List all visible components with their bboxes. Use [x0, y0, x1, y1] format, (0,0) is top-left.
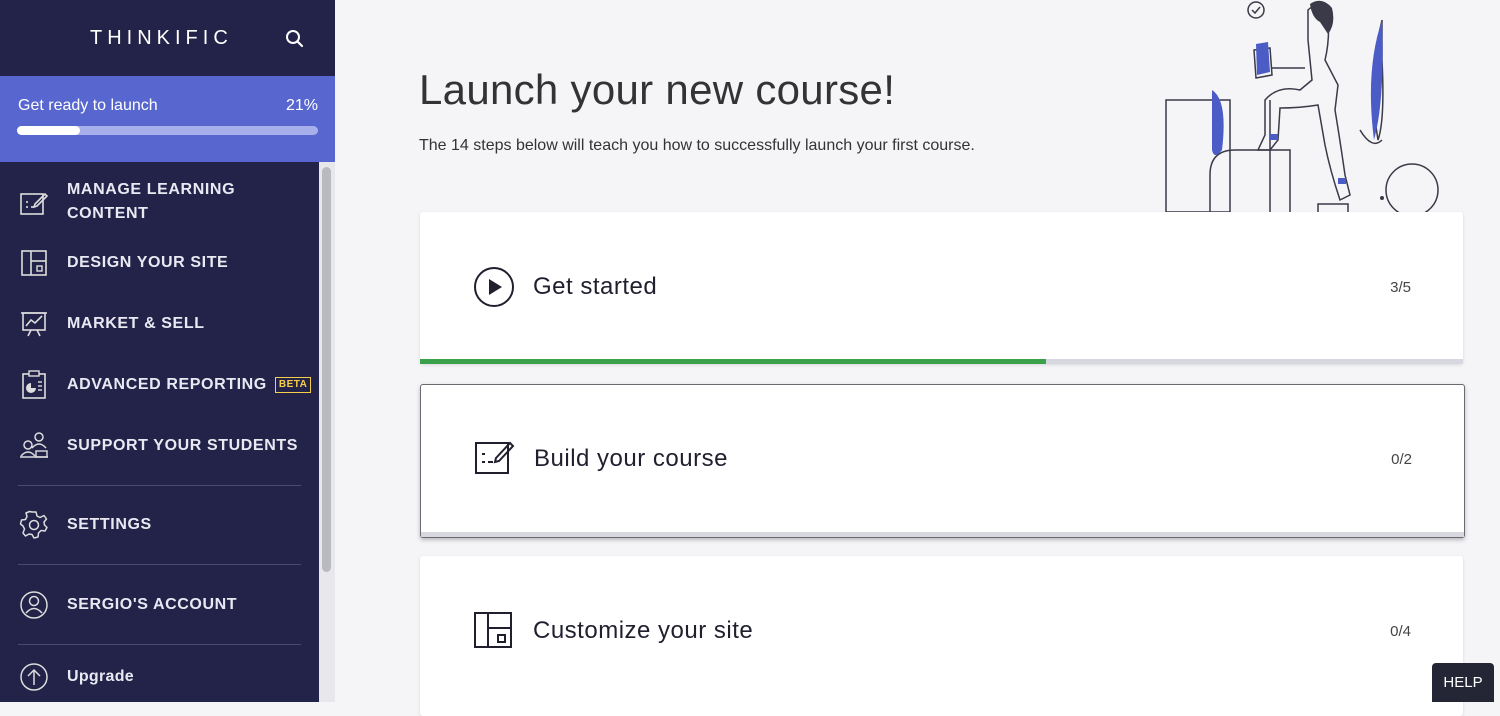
- sidebar-item-settings[interactable]: SETTINGS: [0, 510, 319, 540]
- beta-badge: BETA: [274, 377, 312, 393]
- launch-label: Get ready to launch: [18, 97, 158, 114]
- page-subtitle: The 14 steps below will teach you how to…: [419, 137, 975, 154]
- sidebar-item-label: Upgrade: [67, 668, 134, 685]
- sidebar-item-label: SETTINGS: [67, 516, 152, 533]
- step-count: 0/4: [1390, 623, 1411, 640]
- sidebar-item-advanced-reporting[interactable]: ADVANCED REPORTING BETA: [0, 370, 319, 400]
- step-count: 3/5: [1390, 279, 1411, 296]
- step-progress-bar: [421, 532, 1464, 537]
- sidebar-header: THINKIFIC: [0, 0, 335, 76]
- scrollbar-thumb[interactable]: [322, 167, 331, 572]
- step-title: Customize your site: [533, 617, 754, 644]
- sidebar-scrollbar[interactable]: [319, 162, 335, 702]
- step-card-get-started[interactable]: Get started 3/5: [420, 212, 1463, 364]
- sidebar-nav: MANAGE LEARNING CONTENT DESIGN YOUR SITE…: [0, 162, 319, 702]
- sidebar-item-label: MANAGE LEARNING CONTENT: [67, 181, 236, 222]
- nav-divider: [18, 485, 301, 486]
- launch-progress-bar: [17, 126, 318, 135]
- page-title: Launch your new course!: [419, 66, 896, 113]
- sidebar-item-label: SUPPORT YOUR STUDENTS: [67, 437, 298, 454]
- edit-board-icon: [474, 438, 516, 480]
- launch-progress-panel[interactable]: Get ready to launch 21%: [0, 76, 335, 162]
- step-title: Get started: [533, 273, 658, 300]
- step-count: 0/2: [1391, 451, 1412, 468]
- sidebar-item-label: DESIGN YOUR SITE: [67, 254, 229, 271]
- edit-board-icon: [18, 188, 50, 220]
- upgrade-arrow-icon: [18, 661, 50, 693]
- sidebar-item-label: MARKET & SELL: [67, 315, 205, 332]
- help-button[interactable]: HELP: [1432, 663, 1494, 702]
- search-icon[interactable]: [284, 28, 306, 50]
- step-title: Build your course: [534, 445, 728, 472]
- sidebar-item-manage-learning-content[interactable]: MANAGE LEARNING CONTENT: [0, 176, 319, 232]
- account-icon: [18, 589, 50, 621]
- sidebar: THINKIFIC Get ready to launch 21% MANAGE…: [0, 0, 335, 702]
- launch-percent: 21%: [285, 97, 318, 114]
- hero-illustration: [1160, 0, 1450, 217]
- launch-progress-fill: [17, 126, 81, 135]
- report-icon: [18, 369, 50, 401]
- sidebar-item-support-your-students[interactable]: SUPPORT YOUR STUDENTS: [0, 431, 319, 461]
- nav-divider: [18, 644, 301, 645]
- sidebar-item-upgrade[interactable]: Upgrade: [0, 662, 319, 692]
- play-circle-icon: [473, 266, 515, 308]
- thinkific-logo[interactable]: THINKIFIC: [90, 27, 233, 50]
- sidebar-item-label: ADVANCED REPORTING BETA: [67, 373, 312, 397]
- nav-divider: [18, 564, 301, 565]
- sidebar-item-account[interactable]: SERGIO'S ACCOUNT: [0, 590, 319, 620]
- students-icon: [18, 430, 50, 462]
- step-progress-fill: [420, 359, 1046, 364]
- sidebar-item-design-your-site[interactable]: DESIGN YOUR SITE: [0, 248, 319, 278]
- presentation-chart-icon: [18, 308, 50, 340]
- sidebar-item-market-sell[interactable]: MARKET & SELL: [0, 309, 319, 339]
- step-card-customize-your-site[interactable]: Customize your site 0/4: [420, 556, 1463, 716]
- sidebar-item-label: SERGIO'S ACCOUNT: [67, 596, 238, 613]
- layout-icon: [18, 247, 50, 279]
- step-card-build-your-course[interactable]: Build your course 0/2: [420, 384, 1465, 538]
- advanced-reporting-label: ADVANCED REPORTING: [67, 376, 267, 393]
- gear-icon: [18, 509, 50, 541]
- step-progress-bar: [420, 359, 1463, 364]
- layout-icon: [473, 611, 515, 653]
